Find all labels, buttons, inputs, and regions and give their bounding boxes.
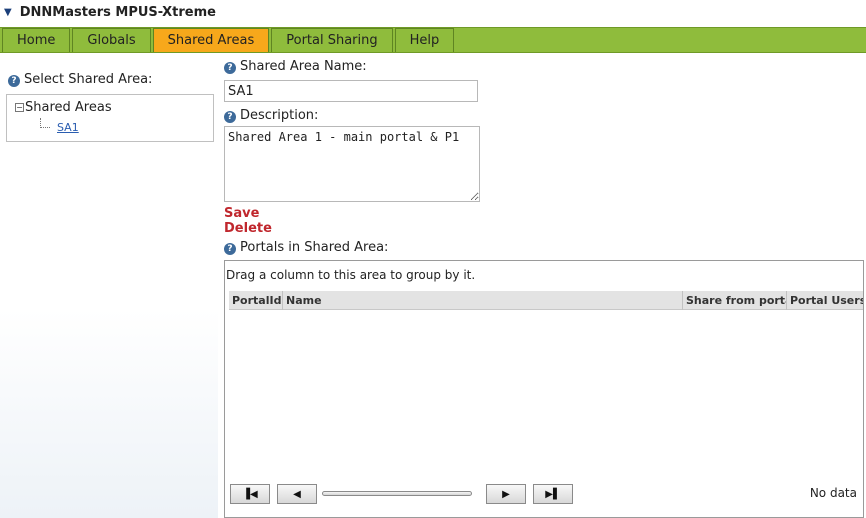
next-page-button[interactable]: ▶ (486, 484, 526, 504)
module-title: DNNMasters MPUS-Xtreme (19, 4, 216, 20)
tree-root-node[interactable]: − Shared Areas (15, 100, 112, 115)
first-page-icon: ▐◀ (242, 488, 258, 500)
shared-area-name-label: ? Shared Area Name: (224, 59, 367, 74)
tree-connector (40, 118, 50, 128)
description-text: Description: (240, 108, 319, 123)
module-title-bar: ▼ DNNMasters MPUS-Xtreme (0, 0, 866, 24)
page-slider[interactable] (322, 491, 472, 496)
previous-page-button[interactable]: ◀ (277, 484, 317, 504)
tab-shared-areas[interactable]: Shared Areas (152, 28, 270, 52)
description-label: ? Description: (224, 108, 318, 123)
tab-help[interactable]: Help (394, 28, 455, 52)
shared-area-name-input[interactable] (224, 80, 478, 102)
column-header-portalid[interactable]: PortalId (229, 291, 283, 310)
first-page-button[interactable]: ▐◀ (230, 484, 270, 504)
delete-button[interactable]: Delete (224, 221, 272, 236)
column-header-portal-users[interactable]: Portal Users (787, 291, 863, 310)
help-icon[interactable]: ? (224, 243, 236, 255)
next-page-icon: ▶ (502, 488, 510, 500)
help-icon[interactable]: ? (224, 111, 236, 123)
save-button[interactable]: Save (224, 206, 259, 221)
help-icon[interactable]: ? (8, 75, 20, 87)
description-textarea[interactable]: Shared Area 1 - main portal & P1 (224, 126, 480, 202)
portals-in-shared-area-text: Portals in Shared Area: (240, 240, 389, 255)
select-shared-area-label: ? Select Shared Area: (8, 72, 152, 87)
last-page-button[interactable]: ▶▌ (533, 484, 573, 504)
tab-globals[interactable]: Globals (72, 28, 151, 52)
column-header-name[interactable]: Name (283, 291, 683, 310)
select-shared-area-text: Select Shared Area: (24, 72, 153, 87)
tree-item-sa1[interactable]: SA1 (57, 121, 79, 134)
grid-header-row: PortalId Name Share from porta Portal Us… (229, 291, 863, 310)
collapse-triangle-icon[interactable]: ▼ (4, 7, 12, 18)
previous-page-icon: ◀ (293, 488, 301, 500)
collapse-node-icon[interactable]: − (15, 103, 24, 112)
group-by-area[interactable]: Drag a column to this area to group by i… (226, 268, 475, 282)
portals-in-shared-area-label: ? Portals in Shared Area: (224, 240, 388, 255)
last-page-icon: ▶▌ (545, 488, 561, 500)
portals-grid: Drag a column to this area to group by i… (224, 260, 864, 518)
no-data-text: No data (809, 486, 857, 500)
column-header-share-from-portal[interactable]: Share from porta (683, 291, 787, 310)
tab-bar: Home Globals Shared Areas Portal Sharing… (0, 27, 866, 53)
tab-home[interactable]: Home (2, 28, 71, 52)
help-icon[interactable]: ? (224, 62, 236, 74)
shared-area-name-text: Shared Area Name: (240, 59, 367, 74)
shared-areas-tree: − Shared Areas SA1 (6, 94, 214, 142)
tab-portal-sharing[interactable]: Portal Sharing (271, 28, 393, 52)
tree-root-label: Shared Areas (25, 100, 112, 115)
